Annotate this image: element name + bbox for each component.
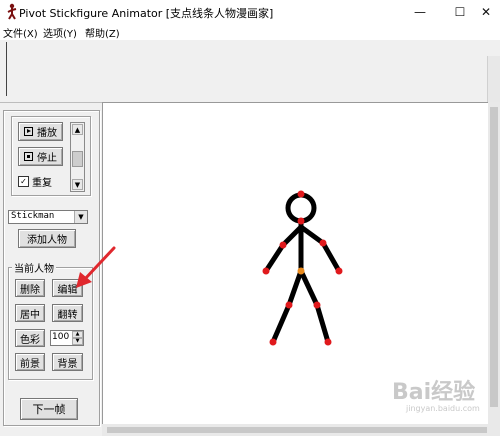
canvas-horizontal-scrollbar[interactable] [102, 424, 500, 436]
scroll-up-icon[interactable]: ▲ [72, 124, 83, 135]
joint-handle[interactable] [297, 190, 305, 198]
figure-left-shin [270, 302, 292, 345]
color-button[interactable]: 色彩 [15, 329, 45, 347]
watermark-logo-text: Bai经验 [392, 380, 476, 405]
joint-handle[interactable] [335, 267, 343, 275]
menu-help[interactable]: 帮助(Z) [85, 25, 120, 40]
figure-right-forearm [320, 240, 342, 274]
figure-type-value: Stickman [11, 211, 55, 221]
joint-handle[interactable] [279, 241, 287, 249]
maximize-icon: ☐ [454, 5, 466, 19]
frames-scrollbar[interactable] [487, 56, 500, 102]
stepper-down-icon[interactable]: ▼ [72, 338, 83, 345]
close-button[interactable]: ✕ [466, 0, 500, 24]
canvas-vertical-thumb[interactable] [490, 107, 498, 407]
joint-handle[interactable] [285, 301, 293, 309]
play-label: 播放 [37, 128, 57, 139]
frame-divider [6, 42, 7, 96]
minimize-icon: — [414, 5, 426, 19]
figure-left-upper-arm [280, 224, 304, 248]
speed-scrollbar[interactable]: ▲ ▼ [70, 122, 85, 192]
joint-handle[interactable] [269, 338, 277, 346]
scroll-down-icon[interactable]: ▼ [72, 179, 83, 190]
canvas-horizontal-thumb[interactable] [107, 427, 487, 433]
next-frame-button[interactable]: 下一帧 [20, 398, 78, 420]
current-figure-label: 当前人物 [12, 260, 56, 275]
delete-button[interactable]: 删除 [15, 279, 45, 297]
joint-handle[interactable] [324, 338, 332, 346]
center-button[interactable]: 居中 [15, 304, 45, 322]
close-icon: ✕ [480, 5, 492, 19]
figure-right-upper-arm [298, 224, 326, 246]
baidu-watermark: Bai经验 jingyan.baidu.com [392, 374, 500, 424]
repeat-checkbox[interactable]: ✓ 重复 [18, 174, 52, 189]
chevron-down-icon[interactable]: ▼ [74, 211, 87, 223]
stop-label: 停止 [37, 153, 57, 164]
menu-options[interactable]: 选项(Y) [43, 25, 77, 40]
stop-button[interactable]: 停止 [18, 147, 63, 166]
background-button[interactable]: 背景 [52, 353, 83, 371]
joint-handle[interactable] [319, 239, 327, 247]
play-icon [24, 127, 33, 136]
alpha-stepper[interactable]: 100 ▲ ▼ [50, 330, 84, 346]
menu-file[interactable]: 文件(X) [3, 25, 38, 40]
joint-handle[interactable] [262, 267, 270, 275]
alpha-value: 100 [52, 332, 70, 342]
foreground-button[interactable]: 前景 [15, 353, 45, 371]
figure-right-thigh [298, 268, 320, 308]
checkmark-icon: ✓ [18, 176, 29, 187]
figure-left-thigh [286, 268, 304, 308]
annotation-arrow-icon [76, 246, 116, 288]
minimize-button[interactable]: — [400, 0, 440, 24]
frames-panel [0, 40, 500, 103]
joint-handle[interactable] [313, 301, 321, 309]
repeat-label: 重复 [32, 178, 52, 189]
stepper-up-icon[interactable]: ▲ [72, 331, 83, 338]
stop-icon [24, 152, 33, 161]
app-stickman-icon [7, 3, 17, 20]
center-joint-handle[interactable] [297, 267, 305, 275]
watermark-url: jingyan.baidu.com [406, 404, 480, 413]
figure-right-shin [314, 302, 331, 345]
window-title: Pivot Stickfigure Animator [支点线条人物漫画家] [19, 7, 274, 20]
joint-handle[interactable] [297, 217, 305, 225]
menu-bar: 文件(X) 选项(Y) 帮助(Z) [0, 24, 500, 40]
speed-scroll-thumb[interactable] [72, 151, 83, 167]
flip-button[interactable]: 翻转 [52, 304, 83, 322]
figure-type-select[interactable]: Stickman ▼ [8, 210, 88, 224]
figure-left-forearm [263, 242, 286, 274]
play-button[interactable]: 播放 [18, 122, 63, 141]
title-bar: Pivot Stickfigure Animator [支点线条人物漫画家] —… [0, 0, 500, 24]
figure-head [285, 192, 317, 224]
add-figure-button[interactable]: 添加人物 [18, 229, 76, 248]
